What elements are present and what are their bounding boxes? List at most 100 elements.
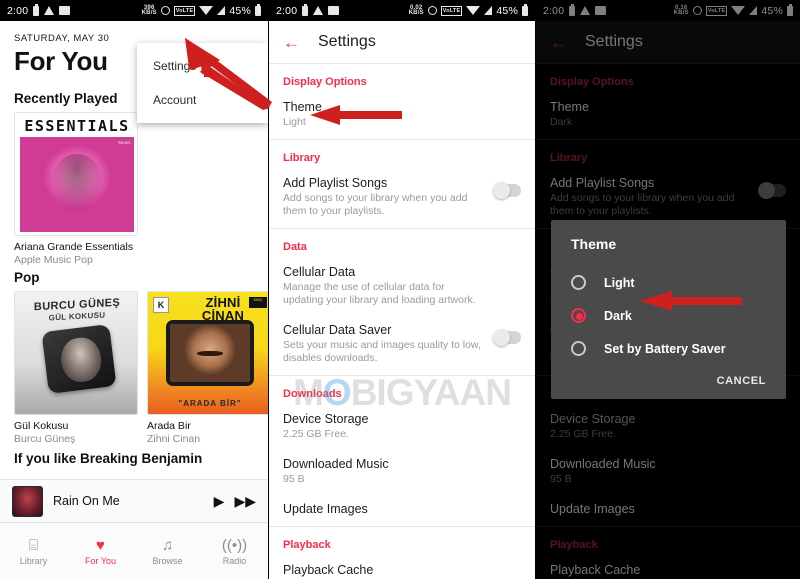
tab-radio[interactable]: ((•)) Radio	[201, 537, 268, 566]
settings-app-bar: ← Settings	[269, 21, 535, 63]
row-theme[interactable]: Theme Light	[269, 94, 535, 139]
row-title: Downloaded Music	[283, 457, 389, 471]
dialog-actions: CANCEL	[551, 365, 786, 391]
toggle-add-playlist-songs[interactable]	[493, 182, 521, 199]
tab-for-you[interactable]: ♥ For You	[67, 537, 134, 566]
album-title: Arada Bir	[147, 420, 191, 432]
screenshot-icon	[328, 6, 340, 15]
group-heading-data: Data	[283, 241, 307, 253]
alarm-icon	[427, 6, 437, 15]
radio-button-icon[interactable]	[571, 341, 586, 356]
tab-browse[interactable]: ♫ Browse	[134, 537, 201, 566]
radio-label: Dark	[604, 308, 632, 323]
play-button[interactable]: ▶	[214, 493, 225, 510]
row-device-storage[interactable]: Device Storage 2.25 GB Free.	[269, 406, 535, 451]
row-value: 2.25 GB Free.	[283, 428, 349, 440]
volte-icon: VoLTE	[440, 5, 463, 16]
signal-icon	[484, 6, 493, 15]
tab-label: Browse	[152, 555, 183, 566]
status-bar-left: 2:00	[276, 3, 340, 17]
row-value: 95 B	[283, 473, 305, 485]
group-heading-library: Library	[283, 152, 321, 164]
warning-icon	[44, 6, 55, 15]
status-bar-right: 396 KB/S VoLTE 45%	[141, 3, 261, 17]
row-cellular-data-saver[interactable]: Cellular Data Saver Sets your music and …	[269, 317, 535, 375]
radio-label: Set by Battery Saver	[604, 341, 726, 356]
album-tile[interactable]: K DMC ZİHNİ CİNAN "ARADA BİR" Arada Bir …	[147, 291, 268, 445]
wifi-icon	[466, 6, 481, 15]
group-heading-display-options: Display Options	[283, 76, 367, 88]
row-playback-cache[interactable]: Playback Cache Temporarily stores music …	[269, 557, 535, 579]
row-downloaded-music[interactable]: Downloaded Music 95 B	[269, 451, 535, 496]
group-heading-downloads: Downloads	[283, 388, 342, 400]
row-subtitle: Add songs to your library when you add t…	[283, 192, 468, 217]
cancel-button[interactable]: CANCEL	[717, 375, 766, 387]
battery-saver-icon	[33, 3, 40, 16]
group-heading-playback: Playback	[283, 539, 331, 551]
row-title: Playback Cache	[283, 563, 374, 577]
row-title: Cellular Data Saver	[283, 323, 392, 337]
next-button[interactable]: ▶▶	[234, 493, 256, 510]
gul-kokusu-artwork: BURCU GÜNEŞ GÜL KOKUSU	[15, 292, 137, 414]
row-title: Cellular Data	[283, 265, 356, 279]
mini-player[interactable]: Rain On Me ▶ ▶▶	[0, 479, 268, 523]
album-artwork-essentials[interactable]: ESSENTIALS Music	[14, 112, 138, 236]
battery-saver-icon	[302, 3, 309, 16]
radio-button-icon[interactable]	[571, 275, 586, 290]
row-subtitle: Sets your music and images quality to lo…	[283, 339, 481, 364]
alarm-icon	[160, 6, 170, 15]
battery-icon	[522, 3, 528, 16]
tab-label: Radio	[222, 555, 247, 566]
row-title: Add Playlist Songs	[283, 176, 388, 190]
essentials-photo	[20, 137, 134, 232]
row-title: Update Images	[283, 502, 368, 516]
arada-bir-artwork: K DMC ZİHNİ CİNAN "ARADA BİR"	[148, 292, 268, 414]
album-tile[interactable]: ESSENTIALS Music Ariana Grande Essential…	[14, 112, 138, 266]
shelf-recently-played: ESSENTIALS Music Ariana Grande Essential…	[0, 112, 268, 266]
network-speed-icon: 0.02 KB/S	[408, 4, 424, 16]
music-note-icon: ♫	[161, 536, 174, 554]
now-playing-title: Rain On Me	[53, 494, 120, 508]
toggle-cellular-data-saver[interactable]	[493, 329, 521, 346]
mirror-shape	[41, 324, 117, 394]
back-arrow-icon[interactable]: ←	[283, 34, 300, 51]
radio-option-battery-saver[interactable]: Set by Battery Saver	[551, 332, 786, 365]
tab-library[interactable]: ⌸ Library	[0, 537, 67, 566]
library-icon: ⌸	[28, 536, 38, 554]
row-subtitle: Manage the use of cellular data for upda…	[283, 281, 476, 306]
status-bar-2: 2:00 0.02 KB/S VoLTE 45%	[269, 0, 535, 21]
section-heading-breaking-benjamin: If you like Breaking Benjamin	[14, 451, 203, 466]
screenshot-stage: 2:00 396 KB/S VoLTE 45% SATURDAY, MAY 30	[0, 0, 800, 579]
wifi-icon	[199, 6, 214, 15]
album-subtitle: Burcu Güneş	[14, 433, 76, 445]
row-cellular-data[interactable]: Cellular Data Manage the use of cellular…	[269, 259, 535, 317]
artwork-artist-name: ZİHNİ CİNAN	[201, 295, 245, 323]
row-update-images[interactable]: Update Images	[269, 496, 535, 526]
radio-icon: ((•))	[221, 536, 248, 554]
row-add-playlist-songs[interactable]: Add Playlist Songs Add songs to your lib…	[269, 170, 535, 228]
status-bar-1: 2:00 396 KB/S VoLTE 45%	[0, 0, 268, 21]
now-playing-artwork	[12, 485, 43, 517]
label-badge: K	[153, 297, 169, 313]
radio-label: Light	[604, 275, 635, 290]
album-tile[interactable]: BURCU GÜNEŞ GÜL KOKUSU Gül Kokusu Burcu …	[14, 291, 138, 445]
battery-percent: 45%	[229, 4, 251, 17]
album-subtitle: Apple Music Pop	[14, 254, 93, 266]
screenshot-icon	[59, 6, 71, 15]
annotation-arrow-theme-dark	[640, 290, 742, 312]
album-artwork-arada-bir[interactable]: K DMC ZİHNİ CİNAN "ARADA BİR"	[147, 291, 268, 415]
battery-percent: 45%	[496, 4, 518, 17]
volte-icon: VoLTE	[173, 5, 196, 16]
tab-label: Library	[19, 555, 48, 566]
radio-button-icon-selected[interactable]	[571, 308, 586, 323]
essentials-artwork: ESSENTIALS Music	[15, 113, 137, 235]
album-title: Gül Kokusu	[14, 420, 69, 432]
network-speed-icon: 396 KB/S	[141, 4, 157, 16]
status-time: 2:00	[276, 4, 298, 17]
status-bar-right: 0.02 KB/S VoLTE 45%	[408, 3, 528, 17]
shelf-pop: BURCU GÜNEŞ GÜL KOKUSU Gül Kokusu Burcu …	[0, 291, 268, 445]
bottom-tab-bar: ⌸ Library ♥ For You ♫ Browse ((•)) Radio	[0, 523, 268, 579]
album-artwork-gul-kokusu[interactable]: BURCU GÜNEŞ GÜL KOKUSU	[14, 291, 138, 415]
essentials-wordmark: ESSENTIALS	[24, 117, 130, 135]
dialog-title: Theme	[571, 236, 617, 252]
